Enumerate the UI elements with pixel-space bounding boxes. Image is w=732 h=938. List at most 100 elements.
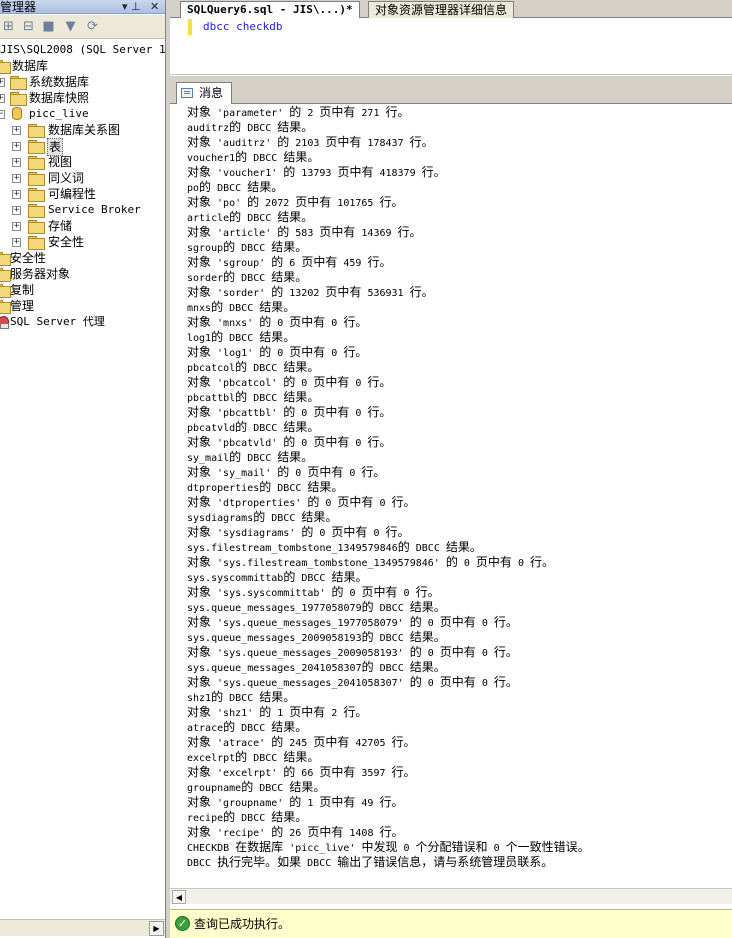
message-line: 对象 'po' 的 2072 页中有 101765 行。 xyxy=(187,195,404,209)
query-editor[interactable]: dbcc checkdb ◀ xyxy=(170,19,732,94)
message-line: atrace的 DBCC 结果。 xyxy=(187,720,308,734)
folder-icon xyxy=(10,92,27,106)
message-line: voucher1的 DBCC 结果。 xyxy=(187,150,320,164)
tree-node-synonyms[interactable]: + 同义词 xyxy=(0,170,165,186)
connect-icon[interactable]: ⊞ xyxy=(0,19,17,35)
message-line: 对象 'sys.queue_messages_2009058193' 的 0 页… xyxy=(187,645,518,659)
folder-icon xyxy=(28,172,45,186)
message-line: mnxs的 DBCC 结果。 xyxy=(187,300,296,314)
message-line: po的 DBCC 结果。 xyxy=(187,180,284,194)
folder-icon xyxy=(0,268,11,282)
message-line: 对象 'mnxs' 的 0 页中有 0 行。 xyxy=(187,315,368,329)
tree-node-management[interactable]: 管理 xyxy=(0,298,165,314)
folder-icon xyxy=(0,252,11,266)
object-explorer-toolbar: ⊞ ⊟ ■ ▼ ⟳ xyxy=(0,15,165,39)
folder-icon xyxy=(0,284,11,298)
tree-node-picc-live[interactable]: − picc_live xyxy=(0,106,165,122)
stop-icon[interactable]: ■ xyxy=(40,19,57,35)
tree-node-programmability[interactable]: + 可编程性 xyxy=(0,186,165,202)
expand-icon[interactable]: + xyxy=(12,126,21,135)
folder-icon xyxy=(28,220,45,234)
filter-icon[interactable]: ▼ xyxy=(62,19,79,35)
expand-icon[interactable]: + xyxy=(12,142,21,151)
message-line: pbcattbl的 DBCC 结果。 xyxy=(187,390,320,404)
message-line: sys.queue_messages_2041058307的 DBCC 结果。 xyxy=(187,660,446,674)
message-line: shz1的 DBCC 结果。 xyxy=(187,690,296,704)
message-line: 对象 'shz1' 的 1 页中有 2 行。 xyxy=(187,705,368,719)
messages-hscrollbar[interactable]: ◀ xyxy=(170,888,732,904)
expand-icon[interactable]: + xyxy=(12,238,21,247)
message-line: CHECKDB 在数据库 'picc_live' 中发现 0 个分配错误和 0 … xyxy=(187,840,590,854)
close-icon[interactable]: ✕ xyxy=(150,0,159,14)
message-line: 对象 'sysdiagrams' 的 0 页中有 0 行。 xyxy=(187,525,410,539)
tree-node-databases[interactable]: 数据库 xyxy=(0,58,165,74)
tab-object-explorer-details[interactable]: 对象资源管理器详细信息 xyxy=(368,1,515,18)
message-line: 对象 'groupname' 的 1 页中有 49 行。 xyxy=(187,795,404,809)
message-line: 对象 'dtproperties' 的 0 页中有 0 行。 xyxy=(187,495,416,509)
message-line: 对象 'auditrz' 的 2103 页中有 178437 行。 xyxy=(187,135,434,149)
tree-node-db-diagrams[interactable]: + 数据库关系图 xyxy=(0,122,165,138)
status-text: 查询已成功执行。 xyxy=(194,917,291,931)
expand-icon[interactable]: + xyxy=(12,190,21,199)
tree-node-security[interactable]: 安全性 xyxy=(0,250,165,266)
message-line: sys.queue_messages_1977058079的 DBCC 结果。 xyxy=(187,600,446,614)
tab-sqlquery6[interactable]: SQLQuery6.sql - JIS\...)* xyxy=(180,1,360,18)
pin-icon[interactable]: ▾ ⊥ xyxy=(122,0,141,14)
tree-node-sql-agent[interactable]: SQL Server 代理 xyxy=(0,314,165,330)
tab-messages[interactable]: 消息 xyxy=(176,82,232,104)
message-line: 对象 'pbcatvld' 的 0 页中有 0 行。 xyxy=(187,435,392,449)
message-line: sorder的 DBCC 结果。 xyxy=(187,270,308,284)
folder-icon xyxy=(28,236,45,250)
tree-node-service-broker[interactable]: + Service Broker xyxy=(0,202,165,218)
message-line: 对象 'sy_mail' 的 0 页中有 0 行。 xyxy=(187,465,386,479)
folder-icon xyxy=(28,188,45,202)
message-line: 对象 'sys.syscommittab' 的 0 页中有 0 行。 xyxy=(187,585,440,599)
tree-node-system-databases[interactable]: + 系统数据库 xyxy=(0,74,165,90)
sql-agent-icon xyxy=(0,316,9,329)
expand-icon[interactable]: + xyxy=(12,158,21,167)
disconnect-icon[interactable]: ⊟ xyxy=(20,19,37,35)
message-line: sys.syscommittab的 DBCC 结果。 xyxy=(187,570,368,584)
collapse-icon[interactable]: − xyxy=(0,110,5,119)
expand-icon[interactable]: + xyxy=(12,222,21,231)
changed-line-marker xyxy=(188,19,192,35)
message-line: 对象 'pbcattbl' 的 0 页中有 0 行。 xyxy=(187,405,392,419)
query-status-bar: ✓ 查询已成功执行。 xyxy=(170,909,732,938)
tree-node-tables[interactable]: + 表 xyxy=(0,138,165,156)
message-line: 对象 'sys.filestream_tombstone_1349579846'… xyxy=(187,555,554,569)
message-line: sy_mail的 DBCC 结果。 xyxy=(187,450,314,464)
tree-node-views[interactable]: + 视图 xyxy=(0,154,165,170)
folder-icon xyxy=(28,140,45,154)
document-area: SQLQuery6.sql - JIS\...)* 对象资源管理器详细信息 db… xyxy=(170,0,732,938)
message-line: 对象 'recipe' 的 26 页中有 1408 行。 xyxy=(187,825,404,839)
tree-node-replication[interactable]: 复制 xyxy=(0,282,165,298)
messages-pane[interactable]: 对象 'parameter' 的 2 页中有 271 行。 auditrz的 DB… xyxy=(170,105,732,888)
tree-node-database-snapshots[interactable]: + 数据库快照 xyxy=(0,90,165,106)
object-explorer-hscrollbar[interactable]: ▶ xyxy=(0,919,165,936)
folder-icon xyxy=(28,204,45,218)
expand-icon[interactable]: + xyxy=(12,174,21,183)
scroll-right-arrow-icon[interactable]: ▶ xyxy=(149,921,164,936)
query-text[interactable]: dbcc checkdb xyxy=(203,19,282,35)
message-line: pbcatvld的 DBCC 结果。 xyxy=(187,420,320,434)
expand-icon[interactable]: + xyxy=(0,78,5,87)
message-line: auditrz的 DBCC 结果。 xyxy=(187,120,314,134)
refresh-icon[interactable]: ⟳ xyxy=(84,19,101,35)
folder-icon xyxy=(0,300,11,314)
tree-node-server-objects[interactable]: 服务器对象 xyxy=(0,266,165,282)
message-line: 对象 'sorder' 的 13202 页中有 536931 行。 xyxy=(187,285,434,299)
message-line: article的 DBCC 结果。 xyxy=(187,210,314,224)
results-tab-strip: 消息 xyxy=(170,76,732,104)
tree-node-db-security[interactable]: + 安全性 xyxy=(0,234,165,250)
object-explorer-panel: 管理器 ▾ ⊥ ✕ ⊞ ⊟ ■ ▼ ⟳ JIS\SQL2008 (SQL Ser… xyxy=(0,0,166,938)
message-line: log1的 DBCC 结果。 xyxy=(187,330,296,344)
message-line: 对象 'pbcatcol' 的 0 页中有 0 行。 xyxy=(187,375,392,389)
message-line: sys.filestream_tombstone_1349579846的 DBC… xyxy=(187,540,482,554)
message-line: 对象 'excelrpt' 的 66 页中有 3597 行。 xyxy=(187,765,416,779)
expand-icon[interactable]: + xyxy=(12,206,21,215)
tree-node-server[interactable]: JIS\SQL2008 (SQL Server 10.50 xyxy=(0,42,165,58)
message-line: dtproperties的 DBCC 结果。 xyxy=(187,480,344,494)
expand-icon[interactable]: + xyxy=(0,94,5,103)
scroll-left-arrow-icon[interactable]: ◀ xyxy=(172,890,186,904)
tree-node-storage[interactable]: + 存储 xyxy=(0,218,165,234)
